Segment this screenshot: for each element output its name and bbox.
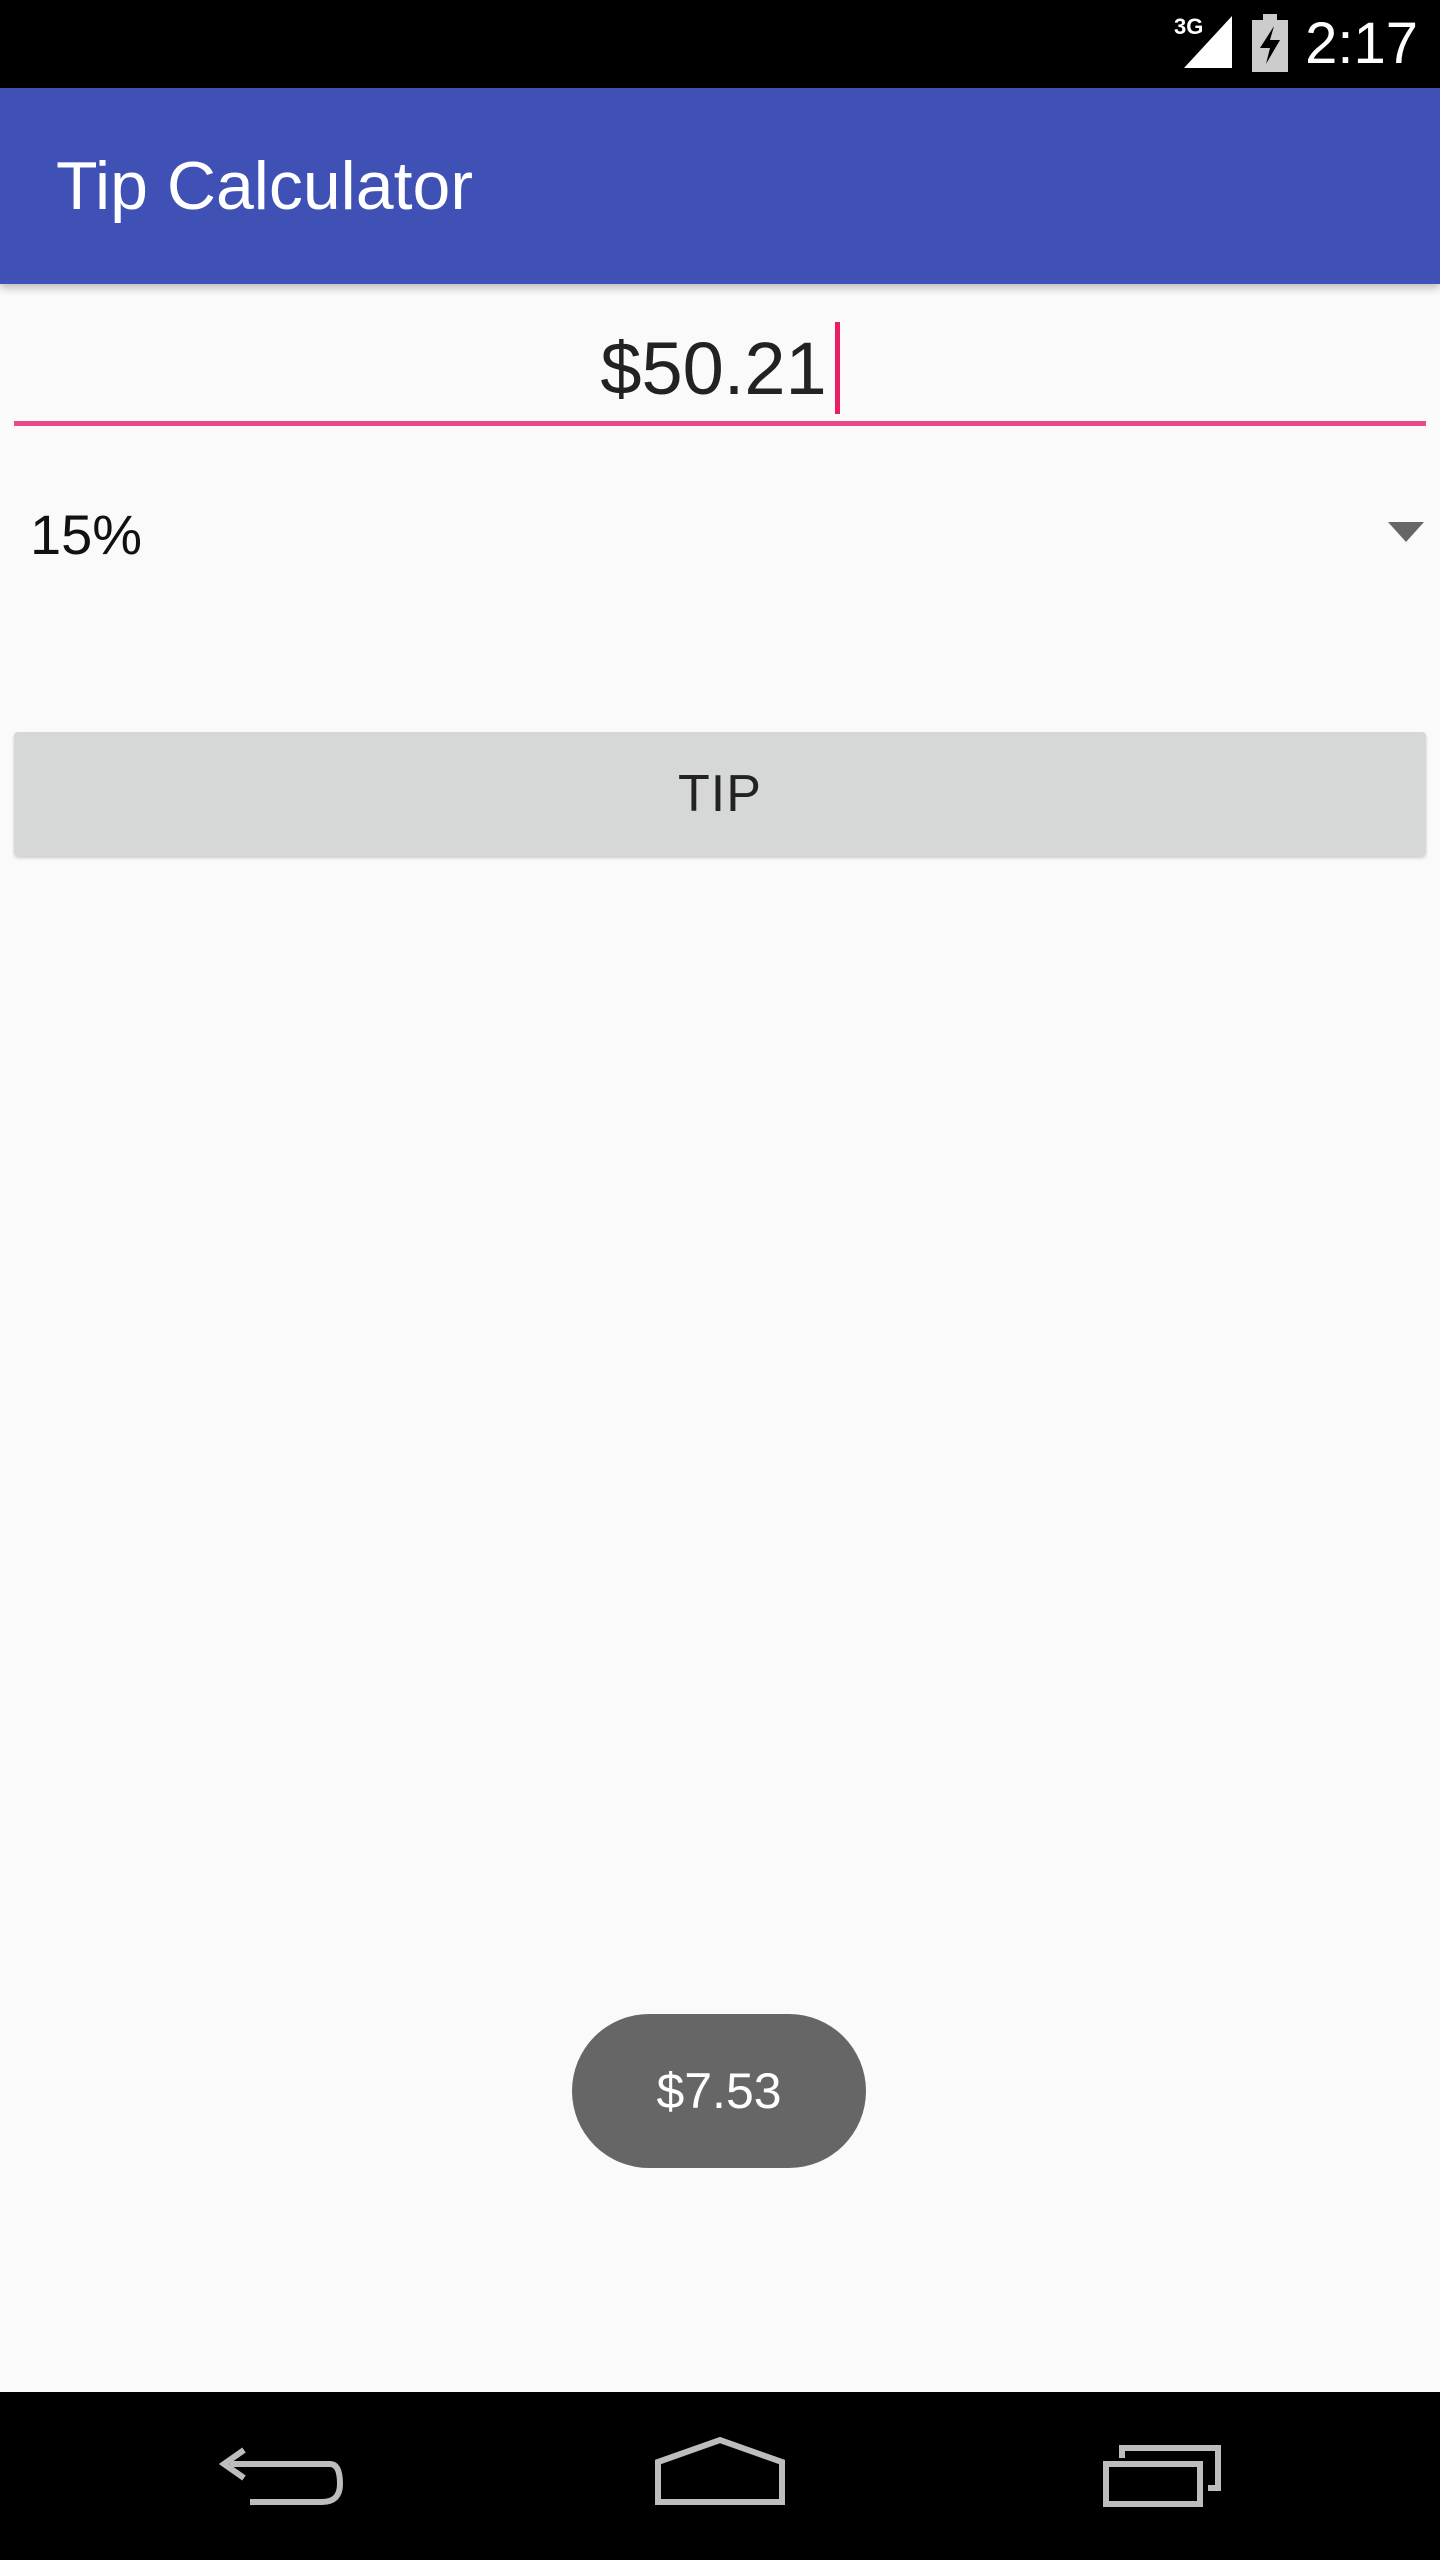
app-title: Tip Calculator — [56, 148, 473, 224]
tip-percent-spinner[interactable]: 15% — [14, 470, 1426, 600]
bill-amount-input[interactable]: $50.21 — [14, 300, 1426, 426]
back-icon[interactable] — [200, 2432, 360, 2522]
home-icon[interactable] — [640, 2432, 800, 2522]
recents-icon[interactable] — [1082, 2432, 1242, 2522]
text-cursor — [834, 322, 840, 415]
battery-charging-icon — [1252, 14, 1288, 72]
dropdown-arrow-icon — [1388, 522, 1424, 542]
navigation-bar — [0, 2392, 1440, 2560]
tip-result-toast: $7.53 — [572, 2014, 866, 2168]
tip-percent-value: 15% — [30, 503, 143, 566]
bill-amount-value: $50.21 — [600, 327, 827, 410]
tip-button[interactable]: TIP — [14, 732, 1426, 856]
signal-icon — [1184, 16, 1232, 68]
clock: 2:17 — [1305, 11, 1418, 76]
app-bar: Tip Calculator — [0, 88, 1440, 284]
status-bar: 3G 2:17 — [0, 0, 1440, 88]
input-underline — [14, 421, 1426, 426]
